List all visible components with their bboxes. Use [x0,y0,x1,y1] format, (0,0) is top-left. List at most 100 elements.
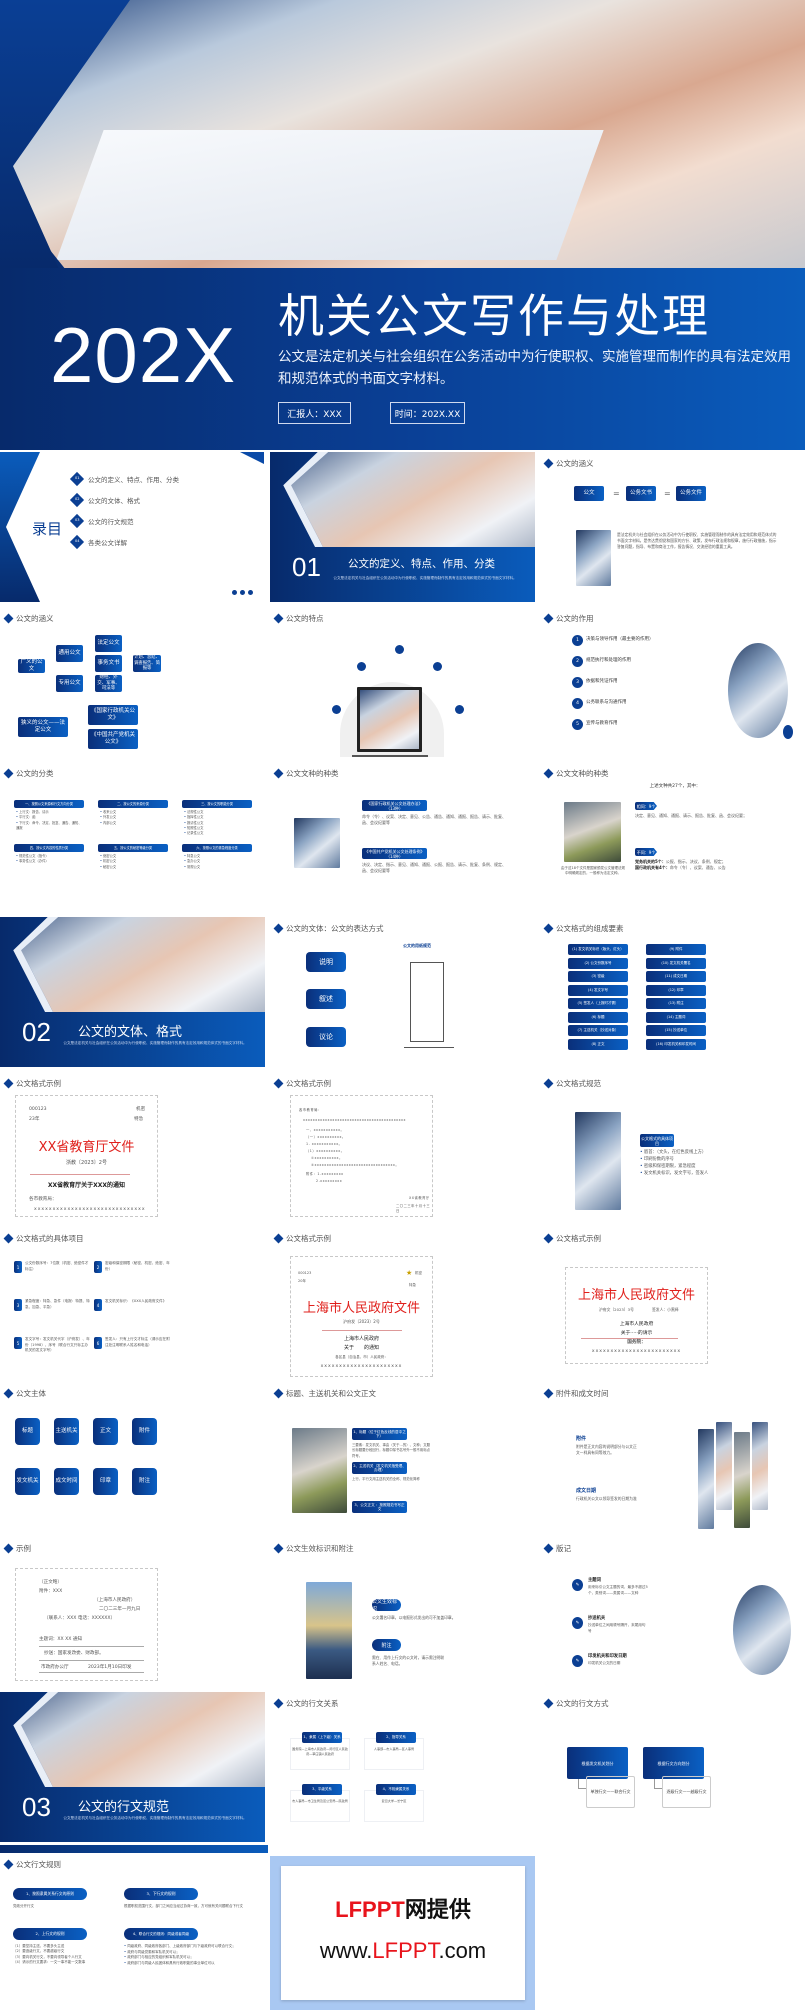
record-text: 印发机关公文的日期 [588,1661,621,1665]
section-number: 01 [292,552,321,582]
slide-rules[interactable]: 公文行文规则 1、按照隶属关系行文的原则 党政分开行文 2、上行文的规则 （1）… [0,1853,265,2010]
document-sample: 上海市人民政府文件 沪府文〔2023〕3号 签发人：小黑绎 上海市人民政府 关于·… [565,1267,708,1364]
list-item: 内部公文 [100,821,168,826]
slide-title-recipient[interactable]: 标题、主送机关和公文正文 1、标题（位于红色反线的居中之下） 三要素：发文机关、… [270,1382,535,1532]
slide-elements[interactable]: 公文格式的组成要素 (1) 发文机关标识（版头、红头） (2) 公文份数序号 (3)… [540,917,805,1067]
slide-example[interactable]: 示例 （正文略） 附件：XXX （上海市人民政府） 二〇二三年一月九日 （联系人… [0,1537,265,1687]
number-badge: 5 [572,719,583,730]
slide-attachment-date[interactable]: 附件和成文时间 附件 附件是正文内容的说明部分与公文正文一样具有同等效力。 成文… [540,1382,805,1532]
list-item: 下行文：命令、决定、批复、通告、通知、通报 [16,821,84,832]
body-part-box: 正文 [93,1418,118,1445]
slide-format-sample-1[interactable]: 公文格式示例 000123 23年 机密 特急 XX省教育厅文件 浙教〔2023… [0,1072,265,1222]
photo [294,818,340,868]
spec-tag: 公文格式的具体项目 [640,1134,674,1147]
photo [575,1112,621,1210]
diamond-icon [543,1233,554,1244]
diamond-icon [3,1859,14,1870]
slide-format-spec[interactable]: 公文格式规范 公文格式的具体项目 眉首：（文头，在红色反线上方）印刷份数的序号密… [540,1072,805,1222]
body-part-box: 发文机关 [15,1468,40,1495]
group-header: 三、按公文的职能分类 [182,800,252,808]
group-list: 法规性公文指挥性公文报请性公文知照性公文记录性公文 [184,810,252,836]
watermark-slide: LFPPT网提供 www.LFPPT.com [270,1856,535,2010]
slide-functions[interactable]: 公文的作用 1 决策与领导作用（最主要的作用） 2 规范执行和处理的作用 3 依据和凭证作… [540,607,805,757]
diamond-icon [273,1543,284,1554]
signature-text: 公文署名印章，以电报形式发出的可不加盖印章。 [372,1615,456,1620]
slide-format-sample-3[interactable]: 公文格式示例 000123 20年 ★ 机密 特急 上海市人民政府文件 沪府发〔… [270,1227,535,1377]
toc-title: 录目 [32,520,63,538]
doc-line: XX省教育厅 [409,1196,430,1200]
photo-strip [734,1432,750,1528]
slide-signature[interactable]: 公文生效标识和附注 公文生效标识 公文署名印章，以电报形式发出的可不加盖印章。 … [270,1537,535,1687]
relation-title: 4、不相隶属关系 [376,1784,416,1795]
slide-relations[interactable]: 公文的行文关系 1、隶属（上下级）关系 国务院—上海市人民政府—闵行区人民政府—莘… [270,1692,535,1842]
doc-line: 2.xxxxxxxxx [316,1179,343,1183]
doc-line: ①xxxxxxxxxx。 [311,1156,343,1160]
slide-features[interactable]: 公文的特点 [270,607,535,757]
box: 通用公文 [56,645,83,662]
watermark-card: LFPPT网提供 www.LFPPT.com [281,1866,525,2000]
diamond-icon [273,1078,284,1089]
item-title: 附件 [576,1436,587,1442]
list-item: 记录性公文 [184,831,252,836]
slide-toc[interactable]: 录目 01 公文的定义、特点、作用、分类 02 公文的文体、格式 03 公文的行文规范 04… [0,452,265,602]
record-title: 印发机关和印发日期 [588,1654,627,1659]
term-box: 公务文书 [626,486,656,501]
corner-triangle [240,452,264,464]
equals-sign: = [613,489,620,498]
body-part-box: 主送机关 [54,1418,79,1445]
slide-main-body[interactable]: 公文主体 标题 主送机关 正文 附件 发文机关 成文时间 印章 附注 [0,1382,265,1532]
slide-section-03[interactable]: 03 公文的行文规范 公文是法定机关与社会组织在公务活动中为行使职权、实施管理而… [0,1692,265,1842]
slide-expression[interactable]: 公文的文体：公文的表达方式 说明 叙述 议论 公文的用纸规范 [270,917,535,1067]
element-box: (5) 签发人（上报时才需） [568,998,628,1009]
slide-header: 公文的涵义 [543,458,594,469]
slide-doc-types[interactable]: 公文文种的种类 《国家行政机关公文处理办法》（13种） 命令（令）、议案、决定、… [270,762,535,912]
diamond-icon [3,768,14,779]
definition-text: 是法定机关与社会组织在公务活动中为行使职权、实施管理而制作的具有法定效用和规范体… [617,532,777,549]
slide-format-items[interactable]: 公文格式的具体项目 1 公文份数序号：7位数（机密、绝密件才标注） 2 密级和保密期限… [0,1227,265,1377]
slide-classification[interactable]: 公文的分类 一、按照公文来源和行文方向分类上行文：报告、请示平行文：函下行文：命… [0,762,265,912]
slide-definition[interactable]: 公文的涵义 公文 = 公务文书 = 公务文件 是法定机关与社会组织在公务活动中为… [540,452,805,602]
element-box: (13) 附注 [646,998,706,1009]
slide-header: 公文格式规范 [543,1078,601,1089]
slide-record[interactable]: 版记 ✎ 主题词 用来标引公文主题的词，最多不超过5个，类别词——类属词——文种 ✎ 抄… [540,1537,805,1687]
diamond-icon [543,768,554,779]
reporter-box: 汇报人：XXX [278,402,351,424]
number-badge: 4 [572,698,583,709]
group-header: 二、按公文的来源分类 [98,800,168,808]
decor-dot [783,725,793,739]
list-item: 印刷份数的序号 [640,1157,708,1164]
element-box: (12) 印章 [646,984,706,996]
slide-methods[interactable]: 公文的行文方式 根据发文机关划分 单独行文——联合行文 根据行文方向划分 逐级行… [540,1692,805,1842]
watermark-line-2[interactable]: www.LFPPT.com [281,1938,525,1964]
rule-pill: 1、按照隶属关系行文的原则 [13,1888,87,1900]
element-box: (14) 主题词 [646,1011,706,1023]
element-box: (4) 发文字号 [568,984,628,996]
group-list: 规范性公文（指令）事务性公文（办件） [16,854,84,865]
element-box: (2) 公文份数序号 [568,957,628,969]
photo [292,1428,347,1513]
element-box: (9) 附件 [646,944,706,955]
list-item: 眉首：（文头，在红色反线上方） [640,1150,708,1157]
rule-text: 党政分开行文 [13,1904,34,1908]
slide-header: 公文的分类 [3,768,54,779]
slide-header: 公文文种的种类 [543,768,609,779]
type-text: 决议、决定、指示、意见、通知、通报、公报、报告、请示、批复、条例、规定、函、会议… [362,862,506,874]
connector [654,1779,662,1789]
slide-scope[interactable]: 公文的涵义 广义的公文 通用公文 专用公文 法定公文 事务文书 财经、外交、军事… [0,607,265,757]
feature-icon [433,662,442,671]
document-sample: 000123 23年 机密 特急 XX省教育厅文件 浙教〔2023〕2号 XX省… [15,1095,158,1217]
group-header: 四、按公文内容的性质分类 [14,844,84,852]
slide-section-02[interactable]: 02 公文的文体、格式 公文是法定机关与社会组织在公务活动中为行使职权、实施管理… [0,917,265,1067]
mode-button: 叙述 [306,989,346,1009]
slide-doc-types-2[interactable]: 公文文种的种类 上述文种共27个，其中： 由于这18个文件是国家颁发公文管理法规… [540,762,805,912]
box: 计划、总结、调查报告、简报等 [133,655,161,672]
diamond-icon [273,1233,284,1244]
format-item: 发文字号：发文机关代字（沪府发）、年份（1998）、序号（联合行文只标主办机关的… [25,1337,90,1353]
box: 狭义的公文——法定公文 [18,717,68,737]
slide-header: 示例 [3,1543,31,1554]
item-header: 3、公文正文 ：按照规范书写正文 [352,1501,407,1513]
slide-format-sample-4[interactable]: 公文格式示例 上海市人民政府文件 沪府文〔2023〕3号 签发人：小黑绎 上海市… [540,1227,805,1377]
element-box: (11) 成文日期 [646,971,706,982]
slide-format-sample-2[interactable]: 公文格式示例 各市教育局： xxxxxxxxxxxxxxxxxxxxxxxxxxx… [270,1072,535,1222]
slide-section-01[interactable]: 01 公文的定义、特点、作用、分类 公文是法定机关与社会组织在公务活动中为行使职… [270,452,535,602]
